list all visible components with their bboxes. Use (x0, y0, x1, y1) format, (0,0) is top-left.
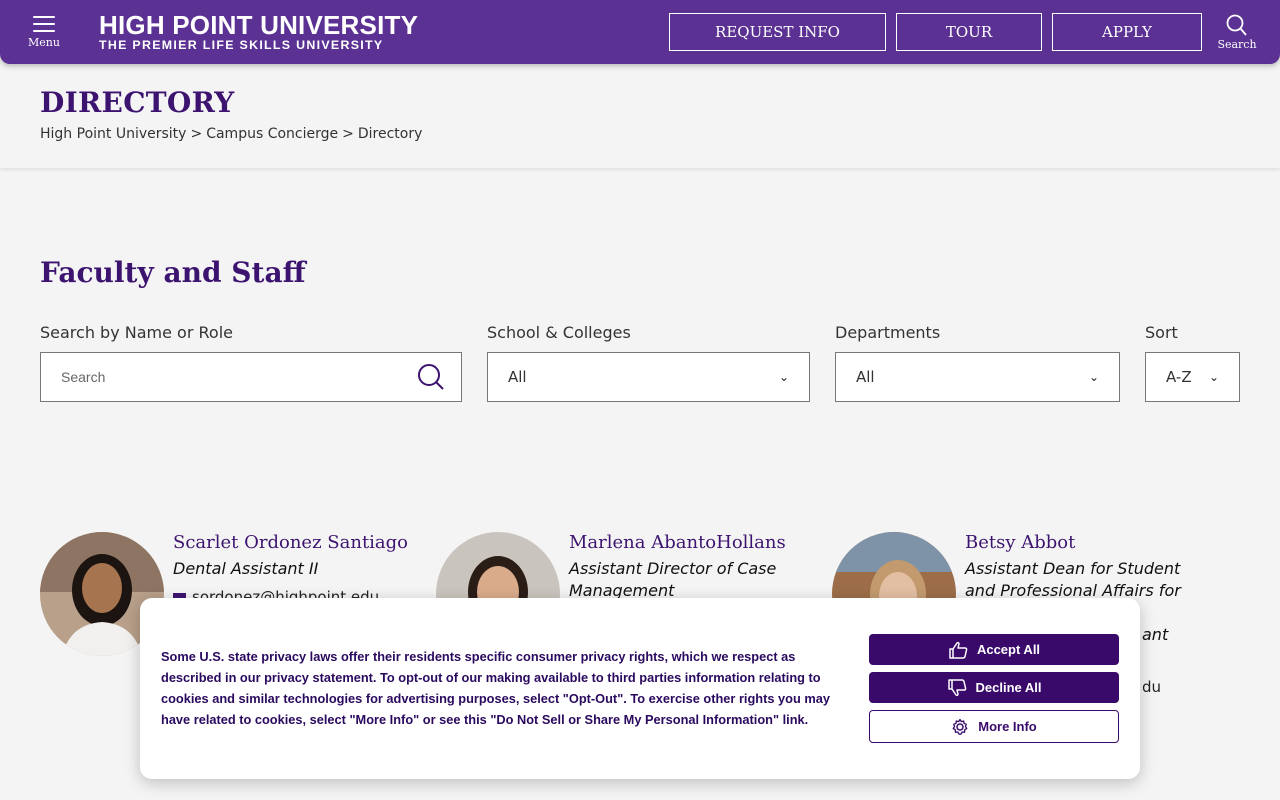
sort-label: Sort (1145, 323, 1178, 342)
breadcrumb-current: Directory (357, 126, 423, 142)
breadcrumb-home[interactable]: High Point University (40, 126, 186, 142)
schools-label: School & Colleges (487, 323, 631, 342)
tour-button[interactable]: TOUR (896, 13, 1042, 51)
search-field (40, 352, 462, 402)
breadcrumb-separator: > (342, 126, 354, 142)
departments-selected-value: All (856, 368, 875, 386)
departments-select[interactable]: All ⌄ (835, 352, 1120, 402)
page-title: DIRECTORY (40, 86, 235, 119)
search-icon[interactable] (417, 363, 445, 391)
gear-icon (952, 718, 968, 735)
sort-select[interactable]: A-Z ⌄ (1145, 352, 1240, 402)
menu-label: Menu (28, 36, 60, 49)
search-input[interactable] (61, 369, 417, 385)
thumbs-up-icon (949, 641, 968, 659)
schools-select[interactable]: All ⌄ (487, 352, 810, 402)
chevron-down-icon: ⌄ (778, 370, 789, 384)
chevron-down-icon: ⌄ (1088, 370, 1099, 384)
brand-tagline: THE PREMIER LIFE SKILLS UNIVERSITY (99, 38, 384, 52)
cookie-consent-banner: Some U.S. state privacy laws offer their… (140, 598, 1140, 779)
person-name[interactable]: Scarlet Ordonez Santiago (173, 532, 408, 553)
thumbs-down-icon (947, 678, 966, 696)
menu-button[interactable]: Menu (22, 12, 66, 56)
accept-all-label: Accept All (976, 642, 1041, 657)
header-search-button[interactable]: Search (1214, 12, 1260, 56)
chevron-down-icon: ⌄ (1208, 370, 1219, 384)
decline-all-label: Decline All (975, 680, 1042, 695)
request-info-button[interactable]: REQUEST INFO (669, 13, 886, 51)
person-name[interactable]: Betsy Abbot (965, 532, 1075, 553)
brand-logo[interactable]: HIGH POINT UNIVERSITY THE PREMIER LIFE S… (99, 12, 418, 52)
breadcrumb-separator: > (190, 126, 203, 142)
sort-selected-value: A-Z (1166, 368, 1192, 386)
person-role: Assistant Dean for Student and Professio… (965, 559, 1181, 600)
more-info-label: More Info (978, 719, 1037, 734)
section-title: Faculty and Staff (40, 256, 306, 289)
schools-selected-value: All (508, 368, 527, 386)
title-band: DIRECTORY High Point University > Campus C… (0, 64, 1280, 168)
more-info-button[interactable]: More Info (869, 710, 1119, 743)
person-role-continued: ant (1142, 625, 1169, 644)
search-field-label: Search by Name or Role (40, 323, 233, 342)
person-name[interactable]: Marlena AbantoHollans (569, 532, 786, 553)
decline-all-button[interactable]: Decline All (869, 672, 1119, 703)
site-header: Menu HIGH POINT UNIVERSITY THE PREMIER L… (0, 0, 1280, 64)
search-label: Search (1217, 38, 1257, 51)
apply-button[interactable]: APPLY (1052, 13, 1202, 51)
brand-name: HIGH POINT UNIVERSITY (99, 10, 419, 40)
departments-label: Departments (835, 323, 941, 342)
breadcrumb-campus-concierge[interactable]: Campus Concierge (206, 126, 338, 142)
person-role: Assistant Director of Case Management (569, 559, 777, 600)
accept-all-button[interactable]: Accept All (869, 634, 1119, 665)
person-email-text[interactable]: du (1142, 678, 1161, 696)
cookie-notice-text: Some U.S. state privacy laws offer their… (161, 649, 830, 727)
hamburger-icon (33, 16, 55, 32)
breadcrumb: High Point University > Campus Concierge > D… (40, 126, 422, 142)
person-role: Dental Assistant II (173, 559, 319, 578)
search-icon (1226, 14, 1247, 36)
